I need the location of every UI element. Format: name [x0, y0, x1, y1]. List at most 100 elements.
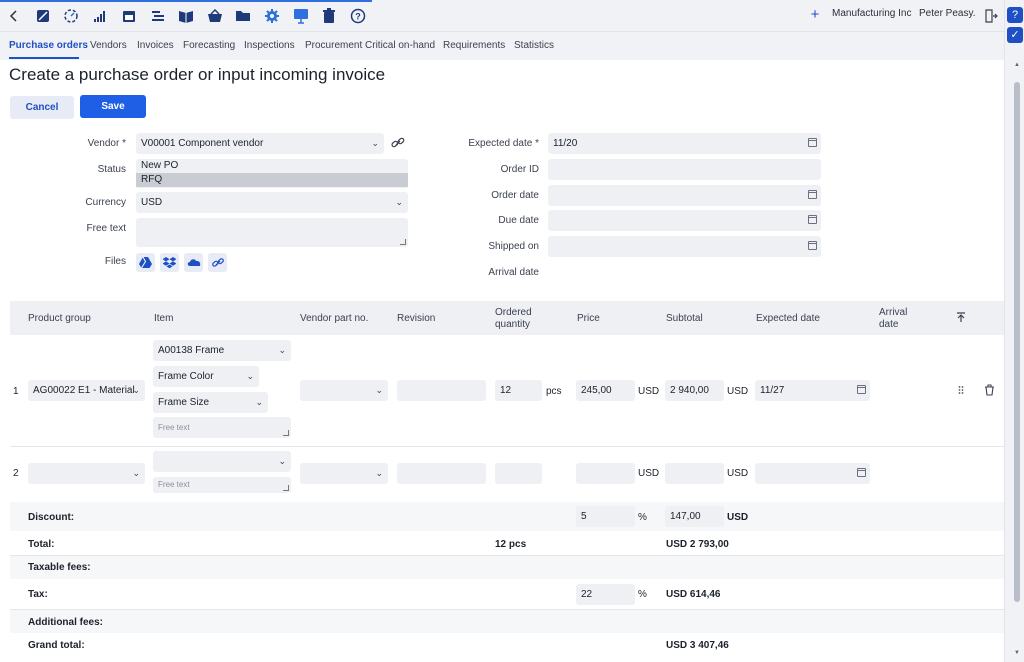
row-2-revision-input[interactable]: [397, 463, 486, 484]
basket-icon[interactable]: [205, 6, 225, 26]
list-icon[interactable]: [148, 6, 168, 26]
expected-date-label: Expected date *: [468, 138, 539, 149]
trash-icon[interactable]: [319, 6, 339, 26]
tab-requirements[interactable]: Requirements: [443, 40, 505, 51]
row-2-price-input[interactable]: [576, 463, 635, 484]
row-2-expected-date-input[interactable]: [755, 463, 870, 484]
tab-procurement-critical[interactable]: Procurement Critical on-hand: [305, 40, 435, 51]
row-2-subtotal-input[interactable]: [665, 463, 724, 484]
scroll-down-icon[interactable]: ▼: [1013, 650, 1021, 658]
expected-date-input[interactable]: 11/20: [548, 133, 821, 154]
pin-columns-icon[interactable]: [956, 312, 966, 325]
calendar-icon[interactable]: [808, 241, 817, 250]
currency-select[interactable]: USD ⌄: [136, 192, 408, 213]
calendar-icon[interactable]: [857, 385, 866, 394]
logout-icon[interactable]: [981, 6, 1001, 26]
row-2-quantity-input[interactable]: [495, 463, 542, 484]
row-1-free-text-area[interactable]: Free text: [153, 417, 291, 438]
discount-amount-input[interactable]: 147,00: [665, 506, 724, 527]
row-2-vendor-part-select[interactable]: ⌄: [300, 463, 388, 484]
col-ordered-line2: quantity: [495, 319, 531, 330]
additional-fees-label: Additional fees:: [28, 617, 104, 628]
calendar-icon[interactable]: [808, 215, 817, 224]
onedrive-icon[interactable]: [184, 253, 203, 272]
tasks-rail-icon[interactable]: ✓: [1007, 27, 1023, 43]
order-date-input[interactable]: [548, 185, 821, 206]
calendar-icon[interactable]: [857, 468, 866, 477]
gauge-icon[interactable]: [61, 6, 81, 26]
status-option-rfq[interactable]: RFQ: [136, 173, 408, 187]
calendar-icon[interactable]: [808, 190, 817, 199]
order-id-label: Order ID: [500, 164, 539, 175]
scroll-up-icon[interactable]: ▲: [1013, 62, 1021, 70]
scrollbar-thumb[interactable]: [1014, 82, 1020, 602]
row-1-frame-size-select[interactable]: Frame Size ⌄: [153, 392, 268, 413]
free-text-area[interactable]: [136, 218, 408, 247]
col-product-group: Product group: [28, 313, 91, 324]
book-icon[interactable]: [176, 6, 196, 26]
tab-forecasting[interactable]: Forecasting: [183, 40, 235, 51]
row-2-product-group-select[interactable]: ⌄: [28, 463, 145, 484]
gear-icon[interactable]: [262, 6, 282, 26]
drag-handle-icon[interactable]: [958, 385, 964, 398]
tab-vendors[interactable]: Vendors: [90, 40, 127, 51]
row-1-subtotal-currency: USD: [727, 386, 749, 397]
tax-percent-unit: %: [638, 589, 647, 600]
row-1-frame-color-select[interactable]: Frame Color ⌄: [153, 366, 259, 387]
col-price: Price: [577, 313, 600, 324]
shipped-on-input[interactable]: [548, 236, 821, 257]
back-icon[interactable]: [4, 6, 24, 26]
link-icon[interactable]: [208, 253, 227, 272]
tab-inspections[interactable]: Inspections: [244, 40, 295, 51]
row-1-item-select[interactable]: A00138 Frame ⌄: [153, 340, 291, 361]
row-1-product-group-select[interactable]: AG00022 E1 - Material ⌄: [28, 380, 145, 401]
vendor-select[interactable]: V00001 Component vendor ⌄: [136, 133, 384, 154]
discount-percent-input[interactable]: 5: [576, 506, 635, 527]
row-1-vendor-part-select[interactable]: ⌄: [300, 380, 388, 401]
folder-icon[interactable]: [233, 6, 253, 26]
top-toolbar: ? + Manufacturing Inc Peter Peasy.: [0, 0, 1004, 32]
due-date-input[interactable]: [548, 210, 821, 231]
row-1-price-input[interactable]: 245,00: [576, 380, 635, 401]
expected-date-value: 11/20: [553, 138, 578, 149]
total-quantity: 12 pcs: [495, 539, 527, 550]
due-date-label: Due date: [498, 215, 539, 226]
row-1-expected-date-input[interactable]: 11/27: [755, 380, 870, 401]
discount-row: [10, 502, 1004, 531]
tab-purchase-orders[interactable]: Purchase orders: [9, 40, 88, 51]
vendor-link-icon[interactable]: [391, 137, 405, 152]
company-name[interactable]: Manufacturing Inc: [832, 8, 912, 19]
col-arrival-line1: Arrival: [879, 307, 908, 318]
save-button[interactable]: Save: [80, 95, 146, 118]
presentation-icon[interactable]: [291, 6, 311, 26]
tab-statistics[interactable]: Statistics: [514, 40, 554, 51]
chart-bars-icon[interactable]: [90, 6, 110, 26]
discount-percent-unit: %: [638, 512, 647, 523]
chevron-down-icon: ⌄: [278, 345, 286, 355]
calendar-icon[interactable]: [119, 6, 139, 26]
help-rail-icon[interactable]: ?: [1007, 7, 1023, 23]
row-2-free-text-area[interactable]: Free text: [153, 477, 291, 493]
add-icon[interactable]: +: [806, 6, 824, 24]
row-1-revision-input[interactable]: [397, 380, 486, 401]
row-1-quantity-input[interactable]: 12: [495, 380, 542, 401]
resize-handle-icon: [400, 239, 406, 245]
status-listbox[interactable]: New PO RFQ: [136, 159, 408, 188]
dashboard-icon[interactable]: [33, 6, 53, 26]
tab-invoices[interactable]: Invoices: [137, 40, 174, 51]
row-1-subtotal-input[interactable]: 2 940,00: [665, 380, 724, 401]
dropbox-icon[interactable]: [160, 253, 179, 272]
row-1-frame-size-value: Frame Size: [158, 397, 210, 408]
calendar-icon[interactable]: [808, 138, 817, 147]
order-id-input[interactable]: [548, 159, 821, 180]
tax-percent-input[interactable]: 22: [576, 584, 635, 605]
cancel-button[interactable]: Cancel: [10, 96, 74, 119]
scrollbar[interactable]: ▲ ▼: [1013, 62, 1021, 662]
status-option-new-po[interactable]: New PO: [136, 159, 408, 173]
active-tab-underline: [9, 57, 79, 59]
google-drive-icon[interactable]: [136, 253, 155, 272]
delete-row-icon[interactable]: [984, 384, 995, 399]
help-icon[interactable]: ?: [348, 6, 368, 26]
user-name[interactable]: Peter Peasy.: [919, 8, 976, 19]
row-2-item-select[interactable]: ⌄: [153, 451, 291, 472]
